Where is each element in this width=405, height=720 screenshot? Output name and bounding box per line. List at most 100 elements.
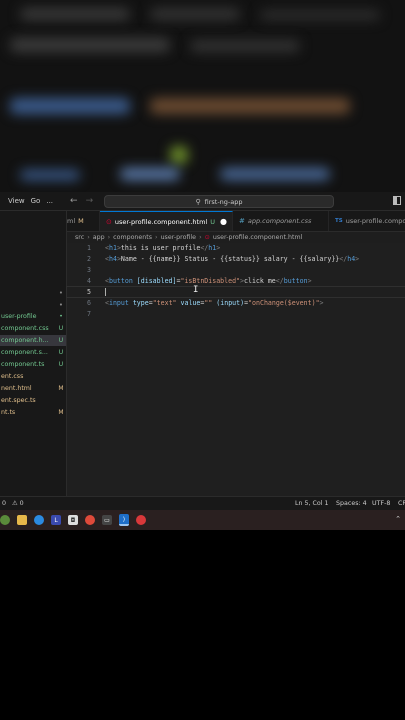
code-token: click me [244,277,276,285]
typescript-icon: TS [335,218,343,224]
explorer-file-app-spec[interactable]: ent.spec.ts [0,395,66,406]
breadcrumb-app[interactable]: app [93,234,105,241]
angular-icon: ⊙ [106,217,112,226]
app-icon[interactable] [0,515,10,525]
code-token: h4 [108,255,117,263]
explorer-file-component-ts[interactable]: component.ts U [0,359,66,370]
angular-icon: ⊙ [204,234,210,241]
tab-user-profile-ts[interactable]: TS user-profile.compo [329,211,405,231]
forward-arrow-icon[interactable]: → [86,196,94,206]
line-number: 4 [87,277,91,285]
chevron-right-icon: › [87,234,90,241]
chevron-right-icon: › [107,234,111,241]
status-eol[interactable]: CR [398,500,405,507]
code-token: "" [204,299,213,307]
code-editor[interactable]: 1 <h1>this is user profile</h1> 2 <h4>Na… [66,243,405,496]
line-number: 1 [87,244,91,252]
line-number: 6 [87,299,91,307]
explorer-file-app-css[interactable]: ent.css [0,371,66,382]
code-token: [disabled] [136,277,177,285]
camera-app-icon[interactable]: ◘ [68,515,78,525]
workspace-name: first-ng-app [204,197,243,206]
explorer-file-component-spec[interactable]: component.s... U [0,347,66,358]
code-line: 2 <h4>Name - {{name}} Status - {{status}… [67,254,405,264]
code-token: "onChange($event)" [248,299,320,307]
code-token: </ [275,277,284,285]
line-number: 2 [87,255,91,263]
editor-tabs: ml M ⊙ user-profile.component.html U ● #… [67,211,405,232]
app-l-icon[interactable]: L [51,515,61,525]
line-number: 3 [87,266,91,274]
code-token: Name - {{name}} Status - {{status}} sala… [120,255,340,263]
line-number: 5 [87,288,91,296]
explorer-file-component-css[interactable]: component.css U [0,323,66,334]
code-token: > [216,244,221,252]
code-token: h4 [347,255,356,263]
explorer-item[interactable]: • [0,299,66,310]
chevron-right-icon: › [199,234,202,241]
code-token: h1 [108,244,117,252]
tray-chevron-up-icon[interactable]: ⌃ [395,515,401,523]
breadcrumb-user-profile[interactable]: user-profile [161,234,197,241]
status-encoding[interactable]: UTF-8 [372,500,390,507]
code-token: type [132,299,149,307]
code-token: > [319,299,324,307]
status-indentation[interactable]: Spaces: 4 [336,500,367,507]
breadcrumb: src › app › components › user-profile › … [75,232,302,243]
code-line: 6 <input type="text" value="" (input)="o… [67,298,405,308]
code-line: 1 <h1>this is user profile</h1> [67,243,405,253]
tab-app-css[interactable]: # app.component.css [233,211,329,231]
os-taskbar: L ◘ ▭ ⟩ ⌃ [0,510,405,530]
text-caret [105,288,106,296]
status-warnings[interactable]: ⚠ 0 [12,500,24,507]
file-explorer-icon[interactable] [17,515,27,525]
explorer-file-app-ts[interactable]: nt.ts M [0,407,66,418]
vscode-window: View Go ... ← → ⚲ first-ng-app • • user-… [0,192,405,510]
edge-browser-icon[interactable] [34,515,44,525]
blurred-background [0,0,405,192]
explorer-folder-user-profile[interactable]: user-profile • [0,311,66,322]
code-line: 3 [67,265,405,275]
code-token: input [108,299,129,307]
code-token: button [283,277,308,285]
terminal-icon[interactable]: ▭ [102,515,112,525]
command-center-search[interactable]: ⚲ first-ng-app [104,195,334,208]
menu-more[interactable]: ... [43,197,56,205]
breadcrumb-file[interactable]: user-profile.component.html [213,234,302,241]
search-icon: ⚲ [195,197,201,206]
status-errors[interactable]: 0 [2,500,6,507]
breadcrumb-components[interactable]: components [113,234,152,241]
explorer-file-component-html[interactable]: component.h... U [0,335,66,346]
tab-app-html[interactable]: ml M [67,211,100,231]
status-bar: 0 ⚠ 0 Ln 5, Col 1 Spaces: 4 UTF-8 CR [0,496,405,510]
code-token: "text" [152,299,177,307]
menu-view[interactable]: View [5,197,28,205]
menu-go[interactable]: Go [28,197,44,205]
code-token: > [307,277,312,285]
vscode-icon[interactable]: ⟩ [119,514,129,526]
back-arrow-icon[interactable]: ← [70,196,78,206]
chrome-profile-icon[interactable] [136,515,146,525]
tab-user-profile-html[interactable]: ⊙ user-profile.component.html U ● [100,211,233,231]
code-token: button [108,277,133,285]
explorer-item[interactable]: • [0,287,66,298]
toggle-sidebar-icon[interactable] [393,196,401,205]
title-bar: View Go ... ← → ⚲ first-ng-app [0,192,405,211]
code-token: (input) [216,299,245,307]
status-cursor-position[interactable]: Ln 5, Col 1 [295,500,329,507]
code-token: "isBtnDisabled" [180,277,241,285]
chrome-browser-icon[interactable] [85,515,95,525]
css-hash-icon: # [239,217,245,225]
line-number: 7 [87,310,91,318]
breadcrumb-src[interactable]: src [75,234,84,241]
mouse-ibeam-cursor-icon: I [193,285,199,295]
explorer-file-app-html[interactable]: nent.html M [0,383,66,394]
code-line: 4 <button [disabled]="isBtnDisabled">cli… [67,276,405,286]
code-token: > [355,255,360,263]
unsaved-dot-icon[interactable]: ● [220,217,227,226]
code-line: 7 [67,309,405,319]
code-token: this is user profile [120,244,201,252]
code-token: value [180,299,201,307]
code-line-current: 5 [66,286,405,298]
chevron-right-icon: › [155,234,158,241]
